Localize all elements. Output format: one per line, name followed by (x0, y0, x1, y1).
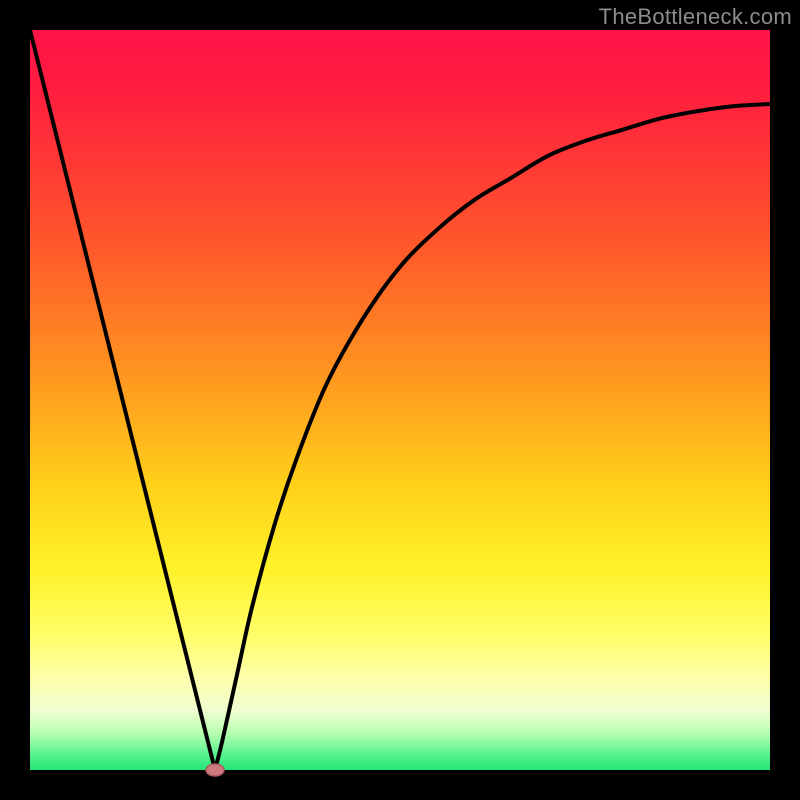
plot-area (30, 30, 770, 770)
minimum-marker (206, 764, 224, 776)
curve-layer (30, 30, 770, 770)
chart-frame: TheBottleneck.com (0, 0, 800, 800)
watermark-text: TheBottleneck.com (599, 4, 792, 30)
bottleneck-curve (30, 30, 770, 770)
